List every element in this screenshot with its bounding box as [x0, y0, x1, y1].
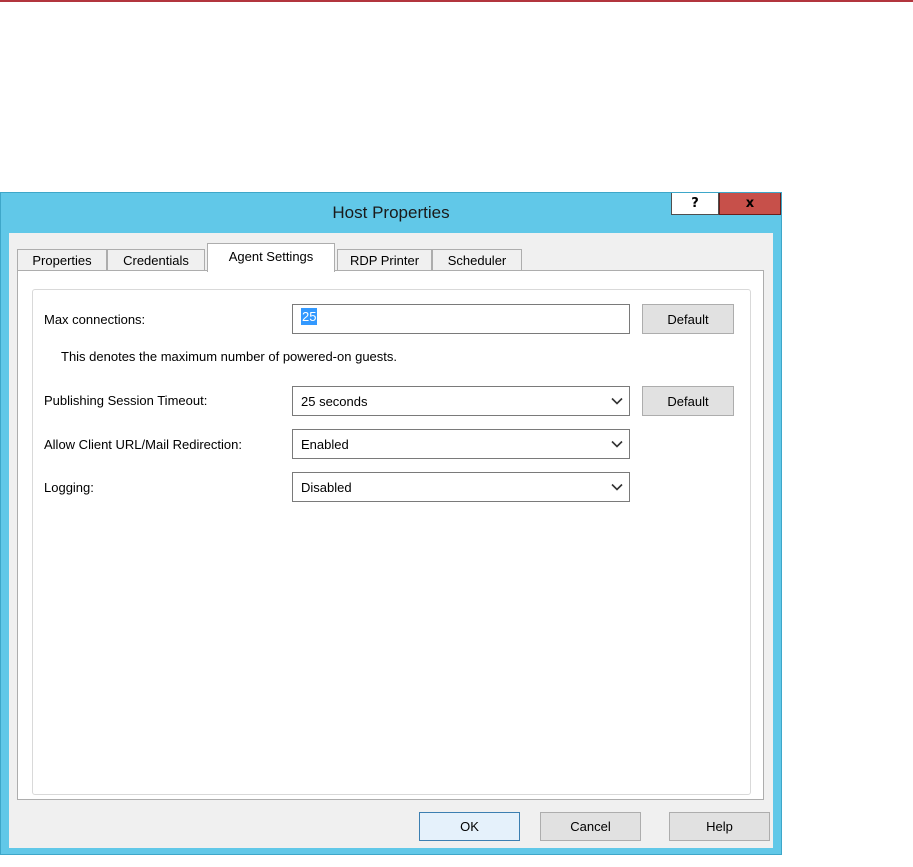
session-timeout-select[interactable]: 25 seconds [292, 386, 630, 416]
cancel-button[interactable]: Cancel [540, 812, 641, 841]
host-properties-dialog: Host Properties ? x Properties Credentia… [0, 192, 782, 855]
url-redirection-select[interactable]: Enabled [292, 429, 630, 459]
agent-settings-panel: Max connections: 25 Default This denotes… [17, 270, 764, 800]
tab-agent-settings[interactable]: Agent Settings [207, 243, 335, 272]
settings-group [32, 289, 751, 795]
url-redirection-value: Enabled [301, 436, 349, 452]
window-title: Host Properties [332, 203, 450, 222]
logging-label: Logging: [44, 480, 94, 495]
title-bar[interactable]: Host Properties ? x [1, 193, 781, 233]
max-connections-note: This denotes the maximum number of power… [61, 349, 398, 364]
max-connections-label: Max connections: [44, 312, 146, 327]
ok-button[interactable]: OK [419, 812, 520, 841]
help-icon[interactable]: ? [671, 193, 719, 215]
tab-credentials[interactable]: Credentials [107, 249, 205, 271]
session-timeout-value: 25 seconds [301, 393, 368, 409]
tab-scheduler[interactable]: Scheduler [432, 249, 522, 271]
chevron-down-icon [611, 397, 623, 405]
logging-value: Disabled [301, 479, 352, 495]
tab-properties[interactable]: Properties [17, 249, 107, 271]
max-connections-value: 25 [301, 308, 318, 325]
logging-select[interactable]: Disabled [292, 472, 630, 502]
top-accent-line [0, 0, 913, 2]
session-timeout-label: Publishing Session Timeout: [44, 393, 208, 408]
chevron-down-icon [611, 440, 623, 448]
close-icon[interactable]: x [719, 193, 781, 215]
max-connections-default-button[interactable]: Default [642, 304, 734, 334]
chevron-down-icon [611, 483, 623, 491]
max-connections-input[interactable]: 25 [292, 304, 630, 334]
session-timeout-default-button[interactable]: Default [642, 386, 734, 416]
tab-rdp-printer[interactable]: RDP Printer [337, 249, 432, 271]
help-button[interactable]: Help [669, 812, 770, 841]
dialog-client-area: Properties Credentials Agent Settings RD… [9, 233, 773, 848]
url-redirection-label: Allow Client URL/Mail Redirection: [44, 437, 242, 452]
